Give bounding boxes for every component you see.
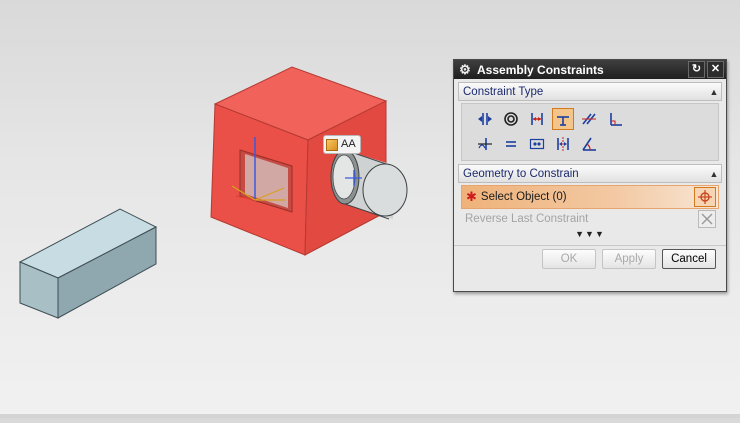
perpendicular-icon[interactable] [604,108,626,130]
geometry-body: ✱ Select Object (0) Reverse Last Constra… [461,185,719,229]
required-star-icon: ✱ [466,189,477,204]
chevron-up-icon[interactable]: ▲ [707,169,721,179]
geometry-group: Geometry to Constrain ▲ ✱ Select Object … [458,164,722,229]
geometry-header[interactable]: Geometry to Constrain ▲ [458,164,722,183]
constraint-type-header[interactable]: Constraint Type ▲ [458,82,722,101]
bond-icon[interactable] [526,133,548,155]
dialog-title-bar[interactable]: ⚙ Assembly Constraints ↻ ✕ [454,60,726,79]
parallel-icon[interactable] [578,108,600,130]
center-icon[interactable] [552,133,574,155]
ok-button[interactable]: OK [542,249,596,269]
geometry-label: Geometry to Constrain [463,167,579,180]
crosshair-icon[interactable] [694,187,716,207]
reverse-constraint-label: Reverse Last Constraint [465,213,589,225]
constraint-type-icons [461,103,719,161]
assembly-constraints-dialog: ⚙ Assembly Constraints ↻ ✕ Constraint Ty… [453,59,727,292]
more-options-chevron-icon[interactable]: ▼▼▼ [454,229,726,239]
dialog-buttons: OK Apply Cancel [454,245,726,272]
status-strip [0,414,740,418]
reset-icon[interactable]: ↻ [688,61,705,78]
touch-align-icon[interactable] [474,108,496,130]
select-object-row[interactable]: ✱ Select Object (0) [461,185,719,209]
angle-icon[interactable] [578,133,600,155]
gear-icon[interactable]: ⚙ [457,62,473,78]
reverse-icon [698,210,716,228]
constraint-type-label: Constraint Type [463,85,544,98]
reverse-constraint-row: Reverse Last Constraint [461,209,719,229]
select-object-label: Select Object (0) [480,191,567,203]
constraint-tag-label: AA [341,138,356,150]
gray-block[interactable] [18,208,158,319]
align-lock-icon[interactable] [474,133,496,155]
close-icon[interactable]: ✕ [707,61,724,78]
cancel-button[interactable]: Cancel [662,249,716,269]
fix-icon[interactable] [552,108,574,130]
constraint-tag[interactable]: AA [323,135,361,154]
constraint-type-group: Constraint Type ▲ [458,82,722,161]
fit-icon[interactable] [500,133,522,155]
chevron-up-icon[interactable]: ▲ [707,87,721,97]
part-icon [326,138,338,151]
apply-button[interactable]: Apply [602,249,656,269]
distance-icon[interactable] [526,108,548,130]
concentric-icon[interactable] [500,108,522,130]
dialog-title: Assembly Constraints [477,62,604,77]
